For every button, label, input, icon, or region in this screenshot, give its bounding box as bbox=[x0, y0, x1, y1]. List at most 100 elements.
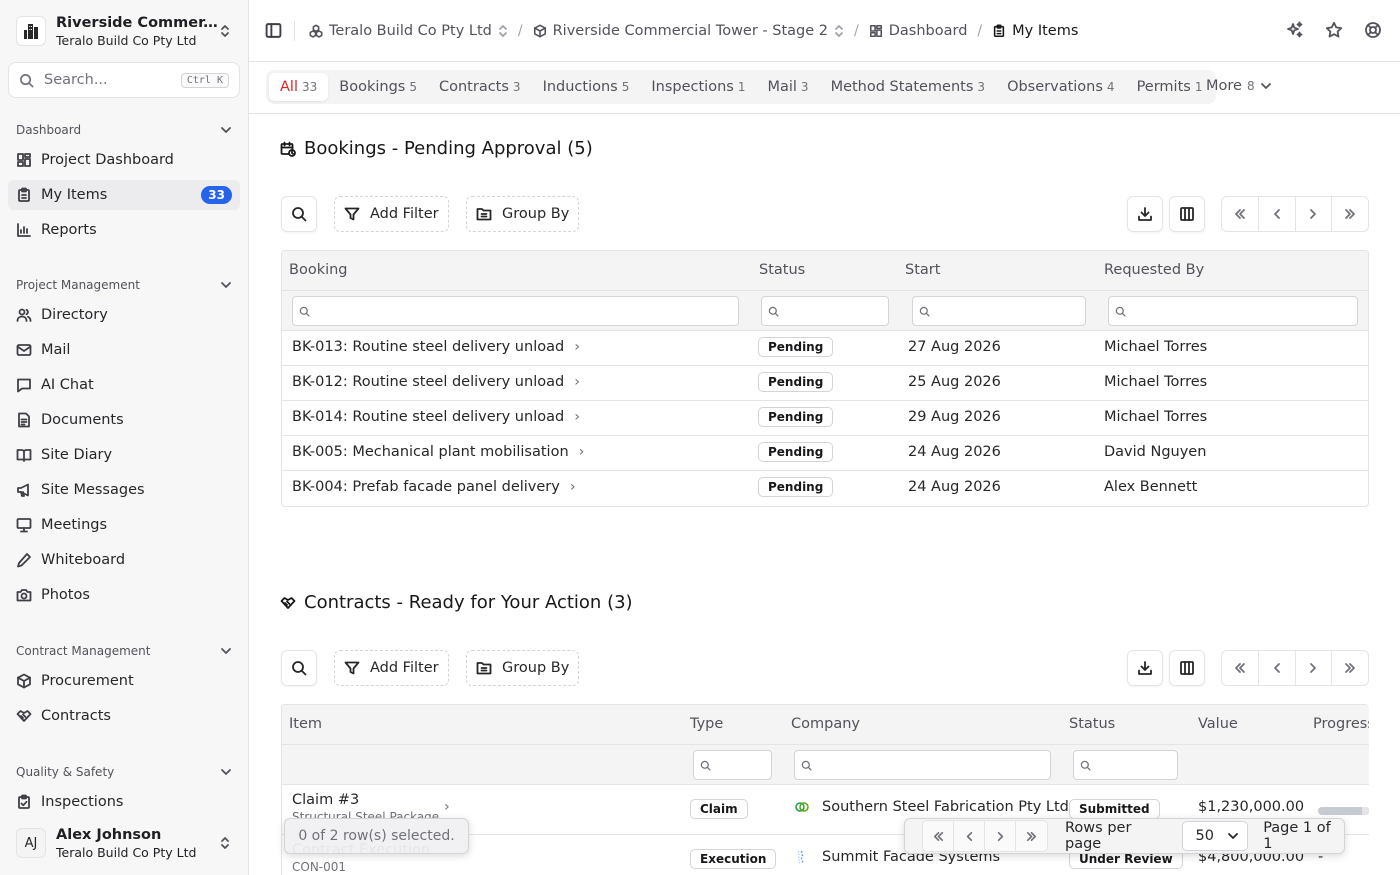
next-page-icon[interactable] bbox=[985, 821, 1016, 851]
start-filter-input[interactable] bbox=[912, 296, 1086, 326]
sidebar-item-label: Documents bbox=[41, 412, 124, 428]
tab-inductions[interactable]: Inductions 5 bbox=[532, 73, 641, 101]
sidebar-item-meetings[interactable]: Meetings bbox=[8, 510, 240, 540]
column-header-company[interactable]: Company bbox=[791, 716, 860, 732]
table-search-button[interactable] bbox=[281, 196, 317, 232]
user-menu[interactable]: AJ Alex Johnson Teralo Build Co Pty Ltd bbox=[8, 820, 240, 866]
columns-icon bbox=[1179, 660, 1195, 676]
table-row[interactable]: BK-013: Routine steel delivery unload › P… bbox=[282, 331, 1368, 366]
group-by-button[interactable]: Group By bbox=[466, 196, 580, 232]
item-cell[interactable]: Claim #3 Structural Steel Package bbox=[292, 792, 439, 818]
sidebar-item-project-dashboard[interactable]: Project Dashboard bbox=[8, 145, 240, 175]
sidebar-toggle-icon[interactable] bbox=[265, 22, 282, 39]
tab-contracts[interactable]: Contracts 3 bbox=[428, 73, 532, 101]
previous-page-icon[interactable] bbox=[1259, 197, 1296, 231]
search-input[interactable]: Search... Ctrl K bbox=[8, 62, 240, 98]
column-header-item[interactable]: Item bbox=[289, 716, 322, 732]
booking-cell[interactable]: BK-012: Routine steel delivery unload › bbox=[292, 374, 580, 390]
help-circle-icon[interactable] bbox=[1364, 21, 1382, 39]
first-page-icon[interactable] bbox=[923, 821, 954, 851]
breadcrumb-project[interactable]: Riverside Commercial Tower - Stage 2 bbox=[533, 23, 844, 39]
table-row[interactable]: BK-014: Routine steel delivery unload › P… bbox=[282, 401, 1368, 436]
tab-mail[interactable]: Mail 3 bbox=[756, 73, 819, 101]
export-button[interactable] bbox=[1127, 650, 1163, 686]
column-header-type[interactable]: Type bbox=[690, 716, 723, 732]
booking-cell[interactable]: BK-013: Routine steel delivery unload › bbox=[292, 339, 580, 355]
columns-button[interactable] bbox=[1169, 650, 1205, 686]
package-icon bbox=[16, 673, 32, 689]
breadcrumb-org[interactable]: Teralo Build Co Pty Ltd bbox=[309, 23, 508, 39]
next-page-icon[interactable] bbox=[1296, 651, 1333, 685]
column-header-value[interactable]: Value bbox=[1198, 716, 1238, 732]
section-contract-management[interactable]: Contract Management bbox=[16, 642, 232, 660]
section-project-management[interactable]: Project Management bbox=[16, 276, 232, 294]
company-filter-input[interactable] bbox=[794, 750, 1051, 780]
group-by-button[interactable]: Group By bbox=[466, 650, 580, 686]
table-row[interactable]: BK-005: Mechanical plant mobilisation › P… bbox=[282, 436, 1368, 471]
column-header-progress[interactable]: Progress bbox=[1313, 716, 1369, 732]
column-header-start[interactable]: Start bbox=[905, 262, 940, 278]
sidebar-item-procurement[interactable]: Procurement bbox=[8, 666, 240, 696]
last-page-icon[interactable] bbox=[1016, 821, 1047, 851]
handshake-icon bbox=[16, 708, 32, 724]
column-header-booking[interactable]: Booking bbox=[289, 262, 348, 278]
tab-bookings[interactable]: Bookings 5 bbox=[328, 73, 428, 101]
tab-permits[interactable]: Permits 1 bbox=[1126, 73, 1214, 101]
star-icon[interactable] bbox=[1325, 21, 1343, 39]
chevron-right-icon: › bbox=[444, 799, 450, 815]
add-filter-button[interactable]: Add Filter bbox=[334, 650, 449, 686]
section-dashboard[interactable]: Dashboard bbox=[16, 121, 232, 139]
sidebar-item-photos[interactable]: Photos bbox=[8, 580, 240, 610]
status-badge: Pending bbox=[758, 372, 834, 392]
sidebar-item-ai-chat[interactable]: AI Chat bbox=[8, 370, 240, 400]
status-filter-input[interactable] bbox=[761, 296, 889, 326]
item-title: Claim #3 bbox=[292, 792, 360, 808]
table-row[interactable]: BK-004: Prefab facade panel delivery › Pe… bbox=[282, 471, 1368, 506]
booking-cell[interactable]: BK-014: Routine steel delivery unload › bbox=[292, 409, 580, 425]
previous-page-icon[interactable] bbox=[1259, 651, 1296, 685]
column-header-status[interactable]: Status bbox=[1069, 716, 1115, 732]
sidebar-item-directory[interactable]: Directory bbox=[8, 300, 240, 330]
sidebar-item-mail[interactable]: Mail bbox=[8, 335, 240, 365]
clipboard-check-icon bbox=[16, 794, 32, 810]
status-filter-input[interactable] bbox=[1073, 750, 1178, 780]
sidebar-item-site-diary[interactable]: Site Diary bbox=[8, 440, 240, 470]
booking-filter-input[interactable] bbox=[292, 296, 739, 326]
last-page-icon[interactable] bbox=[1332, 651, 1368, 685]
rows-per-page-select[interactable]: 50 bbox=[1181, 821, 1249, 851]
search-icon bbox=[299, 306, 310, 317]
tab-all[interactable]: All 33 bbox=[269, 73, 329, 101]
more-tabs-button[interactable]: More 8 bbox=[1206, 78, 1272, 94]
tab-method-statements[interactable]: Method Statements 3 bbox=[820, 73, 997, 101]
tab-observations[interactable]: Observations 4 bbox=[996, 73, 1126, 101]
previous-page-icon[interactable] bbox=[954, 821, 985, 851]
table-row[interactable]: BK-012: Routine steel delivery unload › P… bbox=[282, 366, 1368, 401]
project-switcher[interactable]: Riverside Commer... Teralo Build Co Pty … bbox=[8, 8, 240, 54]
sidebar-item-documents[interactable]: Documents bbox=[8, 405, 240, 435]
table-search-button[interactable] bbox=[281, 650, 317, 686]
tab-inspections[interactable]: Inspections 1 bbox=[640, 73, 756, 101]
booking-cell[interactable]: BK-005: Mechanical plant mobilisation › bbox=[292, 444, 584, 460]
sidebar-item-whiteboard[interactable]: Whiteboard bbox=[8, 545, 240, 575]
column-header-status[interactable]: Status bbox=[759, 262, 805, 278]
sidebar-item-reports[interactable]: Reports bbox=[8, 215, 240, 245]
column-header-requested-by[interactable]: Requested By bbox=[1104, 262, 1204, 278]
sidebar-item-inspections[interactable]: Inspections bbox=[8, 787, 240, 817]
floating-pagination: Rows per page 50 Page 1 of 1 bbox=[904, 818, 1345, 854]
requested-by-filter-input[interactable] bbox=[1108, 296, 1358, 326]
columns-button[interactable] bbox=[1169, 196, 1205, 232]
type-filter-input[interactable] bbox=[693, 750, 772, 780]
last-page-icon[interactable] bbox=[1332, 197, 1368, 231]
sidebar-item-my-items[interactable]: My Items 33 bbox=[8, 180, 240, 210]
section-quality-safety[interactable]: Quality & Safety bbox=[16, 763, 232, 781]
export-button[interactable] bbox=[1127, 196, 1163, 232]
sparkles-icon[interactable] bbox=[1286, 21, 1304, 39]
first-page-icon[interactable] bbox=[1222, 651, 1259, 685]
first-page-icon[interactable] bbox=[1222, 197, 1259, 231]
sidebar-item-contracts[interactable]: Contracts bbox=[8, 701, 240, 731]
booking-cell[interactable]: BK-004: Prefab facade panel delivery › bbox=[292, 479, 576, 495]
next-page-icon[interactable] bbox=[1296, 197, 1333, 231]
breadcrumb-dashboard[interactable]: Dashboard bbox=[869, 23, 967, 39]
add-filter-button[interactable]: Add Filter bbox=[334, 196, 449, 232]
sidebar-item-site-messages[interactable]: Site Messages bbox=[8, 475, 240, 505]
